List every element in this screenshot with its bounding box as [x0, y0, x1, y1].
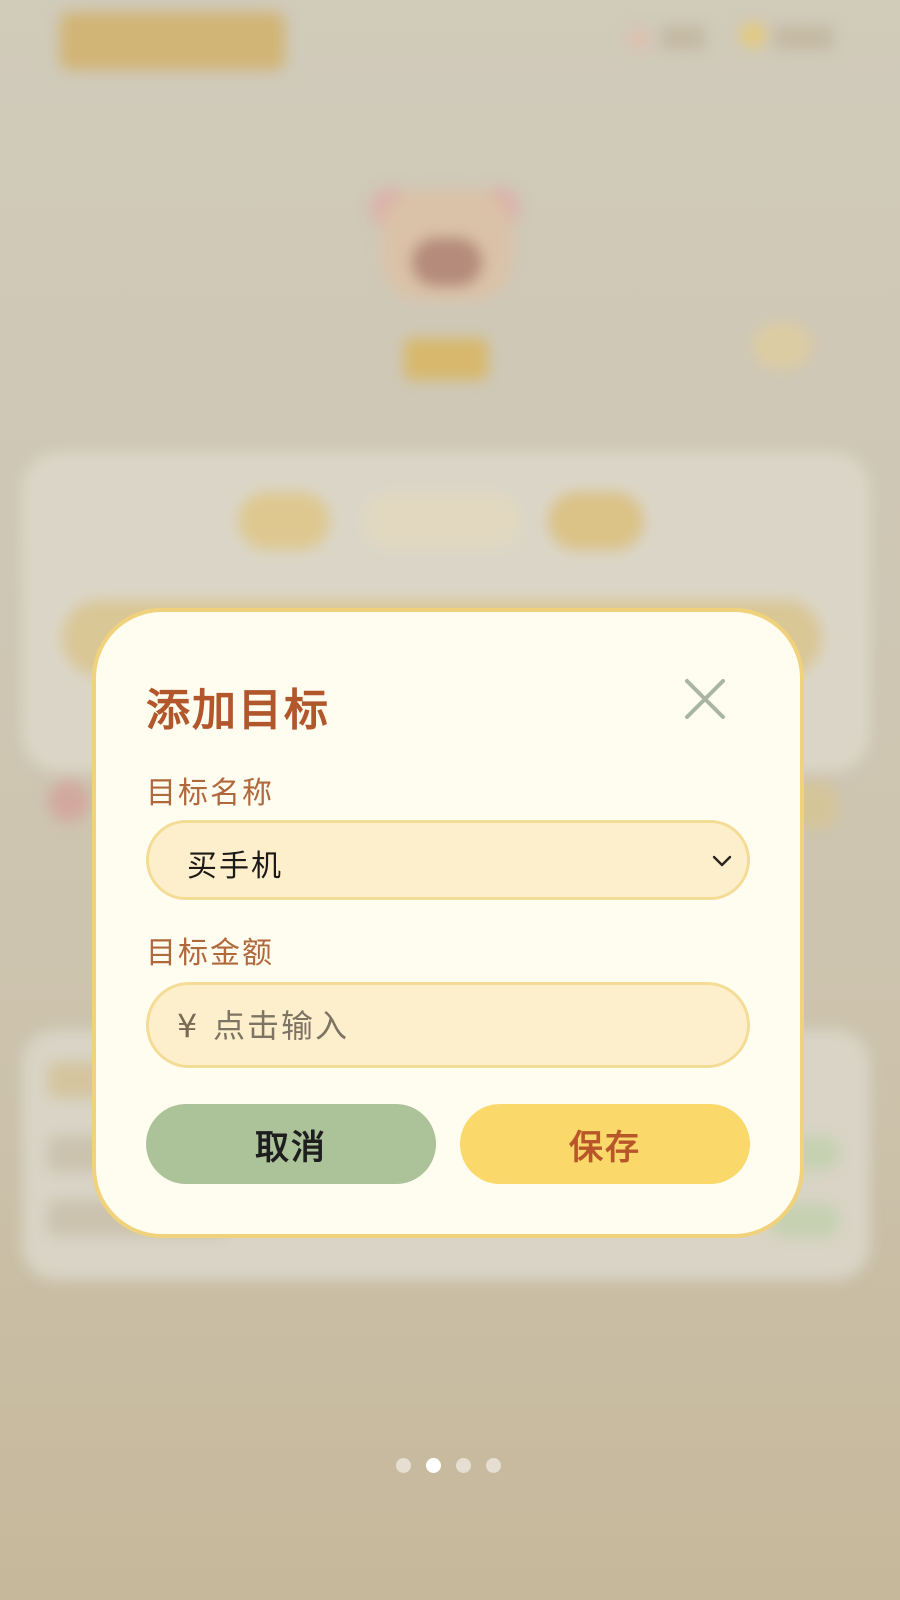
goal-amount-label: 目标金额 — [146, 936, 274, 971]
goal-amount-input[interactable] — [211, 1001, 715, 1051]
goal-name-select[interactable]: 买手机 — [146, 820, 750, 900]
dialog-title: 添加目标 — [146, 685, 330, 736]
add-goal-dialog: 添加目标 目标名称 买手机 目标金额 ¥ 取消 保存 — [92, 608, 804, 1238]
goal-name-value: 买手机 — [187, 849, 283, 884]
currency-symbol: ¥ — [177, 1007, 198, 1045]
goal-amount-field[interactable]: ¥ — [146, 982, 750, 1068]
page-dot[interactable] — [456, 1458, 471, 1473]
cancel-button[interactable]: 取消 — [146, 1104, 436, 1184]
page-dot[interactable] — [396, 1458, 411, 1473]
chevron-down-icon — [712, 855, 732, 867]
save-button[interactable]: 保存 — [460, 1104, 750, 1184]
close-button[interactable] — [680, 674, 730, 724]
page-dot[interactable] — [486, 1458, 501, 1473]
page-indicator — [396, 1458, 506, 1474]
close-icon — [685, 679, 725, 719]
page-dot[interactable] — [426, 1458, 441, 1473]
goal-name-label: 目标名称 — [146, 776, 274, 811]
